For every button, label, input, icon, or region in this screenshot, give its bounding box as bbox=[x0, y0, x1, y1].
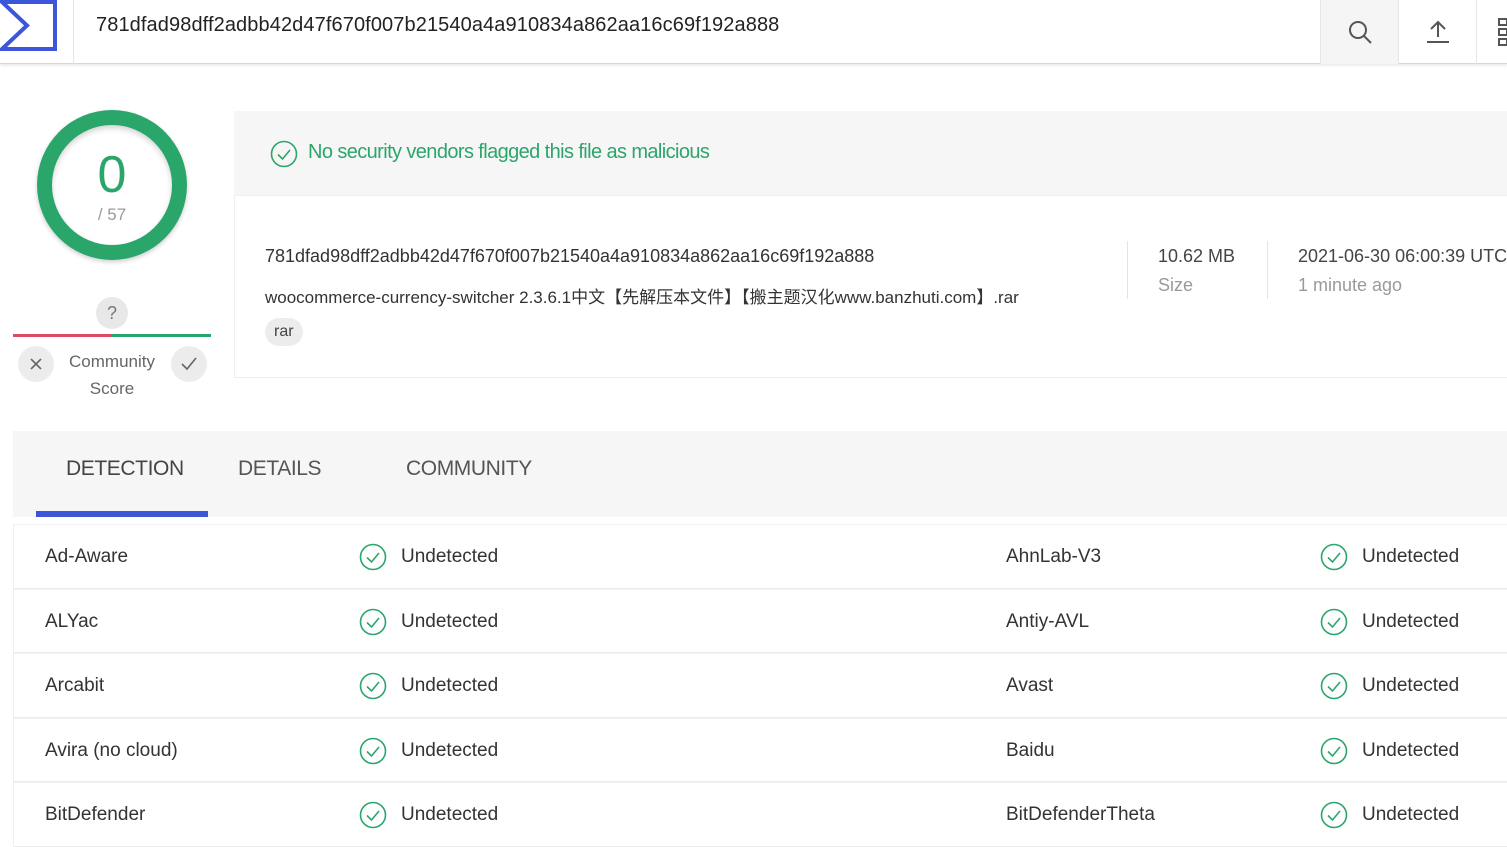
file-type-tag[interactable]: rar bbox=[265, 318, 303, 346]
virustotal-logo-icon bbox=[0, 0, 57, 51]
analysis-date-value: 2021-06-30 06:00:39 UTC bbox=[1298, 246, 1507, 266]
detection-table: Ad-Aware Undetected AhnLab-V3 Undetected… bbox=[13, 524, 1507, 847]
file-name: woocommerce-currency-switcher 2.3.6.1中文【… bbox=[265, 288, 1019, 307]
apps-menu-button[interactable] bbox=[1476, 0, 1507, 64]
verdict-banner: No security vendors flagged this file as… bbox=[234, 111, 1507, 195]
engine-name: BitDefender bbox=[45, 804, 146, 825]
close-icon bbox=[30, 358, 42, 370]
community-score-label: Community Score bbox=[69, 352, 155, 398]
engine-name: Ad-Aware bbox=[45, 546, 129, 567]
engine-result: Undetected bbox=[1320, 719, 1459, 783]
top-bar: 781dfad98dff2adbb42d47f670f007b21540a4a9… bbox=[0, 0, 1507, 64]
engine-result: Undetected bbox=[359, 654, 498, 718]
tab-bar: DETECTION DETAILS COMMUNITY bbox=[13, 431, 1507, 517]
file-size-label: Size bbox=[1158, 275, 1194, 295]
engine-name: ALYac bbox=[45, 610, 99, 632]
result-label: Undetected bbox=[401, 675, 499, 696]
check-circle-icon bbox=[359, 672, 387, 700]
upload-button[interactable] bbox=[1398, 0, 1476, 64]
search-icon bbox=[1348, 21, 1372, 44]
check-circle-icon bbox=[1320, 672, 1348, 700]
tab-detection[interactable]: DETECTION bbox=[66, 457, 184, 481]
community-negative-bar bbox=[13, 334, 112, 337]
result-label: Undetected bbox=[1362, 675, 1460, 696]
result-label: Undetected bbox=[1362, 804, 1460, 825]
result-label: Undetected bbox=[401, 804, 499, 825]
file-hash[interactable]: 781dfad98dff2adbb42d47f670f007b21540a4a9… bbox=[265, 246, 874, 267]
tab-details[interactable]: DETAILS bbox=[238, 457, 322, 481]
check-circle-icon bbox=[1320, 543, 1348, 571]
result-label: Undetected bbox=[401, 546, 499, 567]
engine-name: Arcabit bbox=[45, 675, 105, 696]
verdict-text: No security vendors flagged this file as… bbox=[308, 141, 710, 163]
vote-harmless-button[interactable] bbox=[171, 346, 207, 382]
vote-harmful-button[interactable] bbox=[18, 346, 54, 382]
result-label: Undetected bbox=[401, 610, 499, 632]
virustotal-logo[interactable] bbox=[0, 0, 74, 64]
engine-result: Undetected bbox=[359, 590, 498, 654]
engine-name: Baidu bbox=[1006, 739, 1055, 761]
divider bbox=[1127, 241, 1128, 299]
engine-name: AhnLab-V3 bbox=[1006, 546, 1102, 567]
table-row: ALYac Undetected Antiy-AVL Undetected bbox=[14, 588, 1507, 654]
community-score-value: ? bbox=[96, 297, 128, 329]
file-size-value: 10.62 MB bbox=[1158, 246, 1236, 266]
engine-name: BitDefenderTheta bbox=[1006, 804, 1155, 825]
result-label: Undetected bbox=[1362, 546, 1460, 567]
engine-result: Undetected bbox=[1320, 783, 1459, 847]
table-row: BitDefender Undetected BitDefenderTheta … bbox=[14, 782, 1507, 847]
divider bbox=[1267, 241, 1268, 299]
table-row: Ad-Aware Undetected AhnLab-V3 Undetected bbox=[14, 524, 1507, 589]
analysis-date-relative: 1 minute ago bbox=[1298, 275, 1403, 295]
table-row: Arcabit Undetected Avast Undetected bbox=[14, 653, 1507, 718]
detection-count: 0 bbox=[97, 146, 127, 204]
engine-name: Avira (no cloud) bbox=[45, 739, 178, 761]
check-circle-icon bbox=[1320, 737, 1348, 764]
grid-menu-icon bbox=[1498, 18, 1507, 46]
check-circle-icon bbox=[1320, 608, 1348, 635]
table-row: Avira (no cloud) Undetected Baidu Undete… bbox=[14, 717, 1507, 783]
engine-result: Undetected bbox=[359, 525, 498, 589]
result-label: Undetected bbox=[401, 739, 499, 761]
result-label: Undetected bbox=[1362, 739, 1460, 761]
engine-name: Avast bbox=[1006, 675, 1054, 696]
check-circle-icon bbox=[359, 801, 387, 829]
result-label: Undetected bbox=[1362, 610, 1460, 632]
engine-name: Antiy-AVL bbox=[1006, 610, 1090, 632]
upload-icon bbox=[1426, 20, 1449, 43]
search-input[interactable]: 781dfad98dff2adbb42d47f670f007b21540a4a9… bbox=[96, 14, 779, 37]
tab-community[interactable]: COMMUNITY bbox=[406, 457, 532, 481]
checkmark-icon bbox=[181, 357, 197, 371]
engine-result: Undetected bbox=[1320, 525, 1459, 589]
engine-result: Undetected bbox=[359, 783, 498, 847]
check-circle-icon bbox=[1320, 801, 1348, 829]
detection-score-ring: 0 / 57 bbox=[37, 110, 187, 260]
engine-result: Undetected bbox=[359, 719, 498, 783]
check-circle-icon bbox=[270, 140, 298, 168]
active-tab-indicator bbox=[36, 511, 208, 517]
check-circle-icon bbox=[359, 737, 387, 764]
community-positive-bar bbox=[112, 334, 211, 337]
check-circle-icon bbox=[359, 543, 387, 571]
engine-result: Undetected bbox=[1320, 654, 1459, 718]
engine-result: Undetected bbox=[1320, 590, 1459, 654]
engine-total: / 57 bbox=[97, 205, 127, 224]
detection-score: 0 / 57 bbox=[52, 125, 172, 245]
check-circle-icon bbox=[359, 608, 387, 635]
search-button[interactable] bbox=[1320, 0, 1398, 64]
